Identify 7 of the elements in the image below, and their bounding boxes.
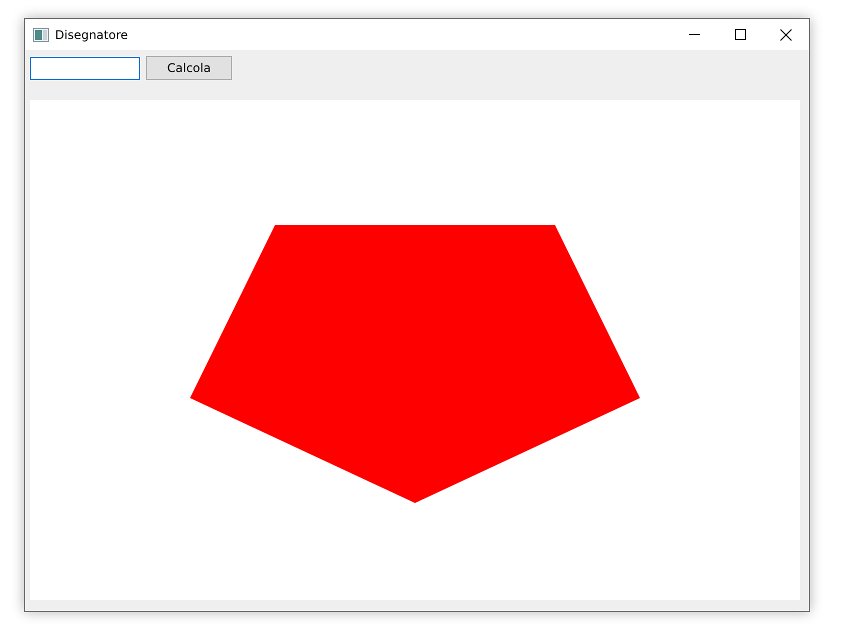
calculate-button[interactable]: Calcola [146,56,232,80]
close-icon [780,28,792,40]
app-icon [33,28,49,42]
minimize-icon [688,34,700,35]
input-field[interactable] [30,57,140,80]
maximize-icon [734,29,746,40]
window-title: Disegnatore [55,28,128,42]
